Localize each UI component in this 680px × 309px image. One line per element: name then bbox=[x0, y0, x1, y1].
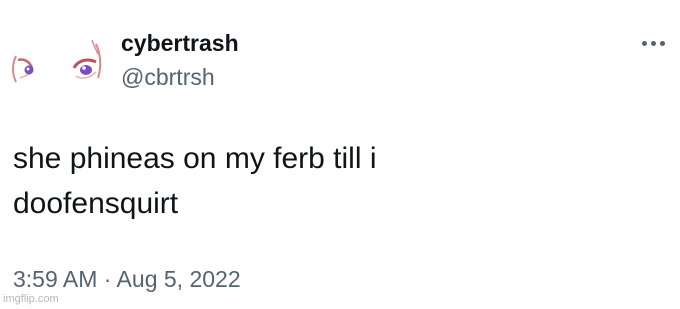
display-name[interactable]: cybertrash bbox=[121, 30, 239, 56]
more-options-button[interactable] bbox=[636, 30, 670, 56]
more-horizontal-icon-dot bbox=[659, 40, 665, 46]
right-eye-icon bbox=[72, 39, 102, 79]
tweet-card: cybertrash @cbrtrsh she phineas on my fe… bbox=[0, 0, 680, 309]
user-handle[interactable]: @cbrtrsh bbox=[121, 63, 215, 91]
more-horizontal-icon-dot bbox=[650, 40, 656, 46]
tweet-timestamp[interactable]: 3:59 AM · Aug 5, 2022 bbox=[13, 264, 241, 294]
more-horizontal-icon bbox=[641, 40, 647, 46]
left-eye-icon bbox=[12, 55, 34, 83]
watermark: imgflip.com bbox=[3, 293, 59, 305]
avatar[interactable] bbox=[8, 34, 108, 102]
tweet-text: she phineas on my ferb till i doofensqui… bbox=[13, 142, 377, 220]
anime-eyes-avatar bbox=[12, 39, 102, 83]
